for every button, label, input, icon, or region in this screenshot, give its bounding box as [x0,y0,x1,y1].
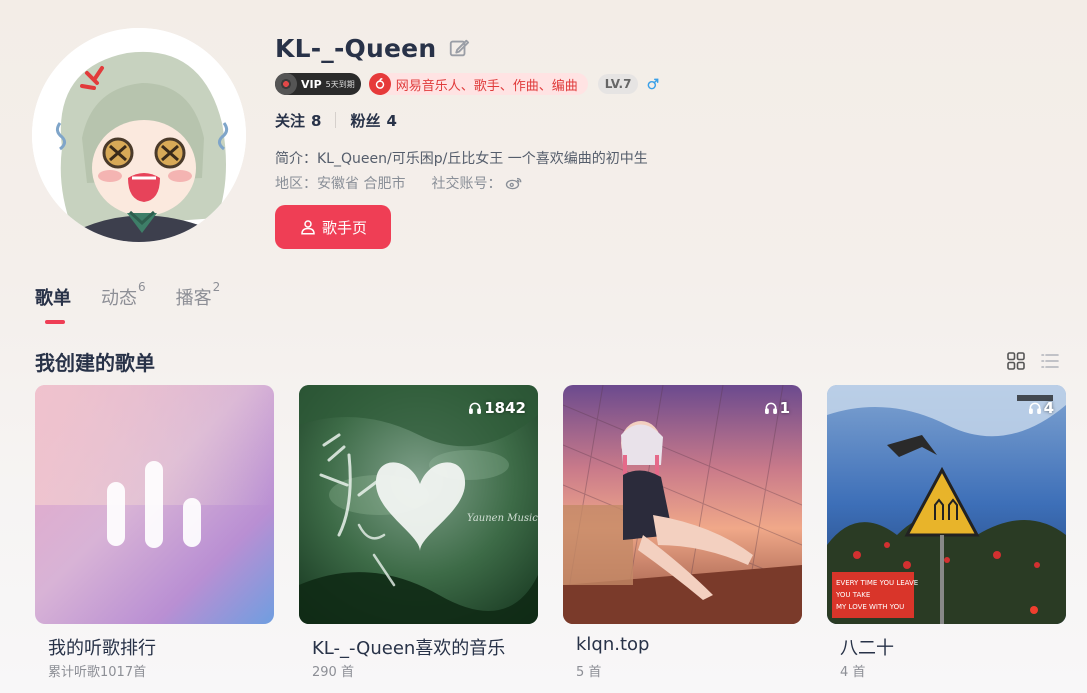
playlist-subtitle: 4 首 [840,665,866,680]
musician-badge[interactable]: 网易音乐人、歌手、作曲、编曲 [368,73,588,95]
user-region: 地区：安徽省 合肥市 [275,176,406,192]
weibo-icon[interactable] [505,176,523,190]
headphones-icon [1028,402,1041,415]
vip-badge[interactable]: VIP 5天到期 [275,73,361,95]
vip-expiry: 5天到期 [325,79,355,89]
vinyl-icon [275,73,297,95]
play-count-value: 1 [779,399,790,417]
profile-info: KL-_-Queen VIP 5天到期 网易音乐人、歌手、作曲、编曲 LV.7 [275,30,1055,249]
followers-count: 4 [386,111,397,130]
liked-music-cover-art: Yaunen Music [299,385,538,624]
tab-activity[interactable]: 动态6 [101,280,146,310]
profile-tabs: 歌单 动态6 播客2 [35,280,250,324]
followers-stat[interactable]: 粉丝 4 [350,110,396,131]
playlist-card[interactable]: 1 klqn.top 5 首 [563,385,802,680]
playlist-card[interactable]: EVERY TIME YOU LEAVE YOU TAKE MY LOVE WI… [827,385,1066,680]
follow-stats: 关注 8 粉丝 4 [275,108,1055,132]
playlist-card[interactable]: 我的听歌排行 累计听歌1017首 [35,385,274,680]
user-avatar[interactable] [32,28,246,242]
play-count: 1842 [468,399,526,417]
stat-divider [335,112,337,128]
vip-label: VIP [301,77,322,91]
tab-label: 播客 [175,288,212,309]
singer-page-button[interactable]: 歌手页 [275,205,391,249]
play-count-value: 1842 [484,399,526,417]
tab-label: 动态 [101,288,137,309]
play-count-value: 4 [1043,399,1054,417]
album-cover-art: EVERY TIME YOU LEAVE YOU TAKE MY LOVE WI… [827,385,1066,624]
singer-page-label: 歌手页 [321,219,367,237]
playlist-grid: 我的听歌排行 累计听歌1017首 Yaunen Music 1842 KL-_-… [35,385,1087,680]
playlist-cover[interactable]: 1 [563,385,802,624]
svg-text:YOU TAKE: YOU TAKE [835,591,870,599]
grid-view-icon[interactable] [1007,352,1025,370]
playlist-cover[interactable] [35,385,274,624]
playlist-title: 八二十 [840,638,894,659]
svg-text:Yaunen Music: Yaunen Music [467,513,538,524]
following-label: 关注 [275,111,306,130]
playlist-cover[interactable]: EVERY TIME YOU LEAVE YOU TAKE MY LOVE WI… [827,385,1066,624]
playlist-card[interactable]: Yaunen Music 1842 KL-_-Queen喜欢的音乐 290 首 [299,385,538,680]
playlist-cover[interactable]: Yaunen Music 1842 [299,385,538,624]
following-count: 8 [311,111,322,130]
view-toggle [991,352,1059,370]
user-intro: 简介：KL_Queen/可乐困p/丘比女王 一个喜欢编曲的初中生 [275,151,648,167]
tab-label: 歌单 [35,288,71,309]
netease-music-icon [368,73,391,95]
playlist-title: klqn.top [576,634,650,655]
tab-count: 2 [212,280,221,294]
ranking-cover-art [35,385,274,624]
edit-icon[interactable] [448,37,470,59]
followers-label: 粉丝 [350,111,381,130]
tab-podcast[interactable]: 播客2 [175,280,221,310]
svg-text:EVERY TIME YOU LEAVE: EVERY TIME YOU LEAVE [836,579,918,587]
svg-text:MY LOVE WITH YOU: MY LOVE WITH YOU [836,603,904,611]
tab-playlists[interactable]: 歌单 [35,284,71,324]
region-row: 地区：安徽省 合肥市 社交账号： [275,173,1055,193]
list-view-icon[interactable] [1041,352,1059,370]
playlist-subtitle: 5 首 [576,665,602,680]
section-title: 我创建的歌单 [35,351,155,375]
play-count: 4 [1028,399,1054,417]
name-row: KL-_-Queen [275,30,1055,66]
social-label: 社交账号： [431,176,502,192]
klqn-cover-art [563,385,802,624]
playlist-subtitle: 290 首 [312,665,354,680]
headphones-icon [764,402,777,415]
user-name: KL-_-Queen [275,33,437,63]
following-stat[interactable]: 关注 8 [275,110,321,131]
level-badge[interactable]: LV.7 [597,74,639,94]
headphones-icon [469,402,482,415]
active-tab-indicator [45,320,65,324]
play-count: 1 [764,399,790,417]
person-icon [301,220,315,235]
tab-count: 6 [138,280,146,294]
playlist-title: 我的听歌排行 [48,638,156,659]
avatar-illustration [32,28,246,242]
male-icon [648,78,659,90]
playlist-subtitle: 累计听歌1017首 [48,665,147,680]
playlist-title: KL-_-Queen喜欢的音乐 [312,638,506,659]
badge-row: VIP 5天到期 网易音乐人、歌手、作曲、编曲 LV.7 [275,72,1055,96]
musician-roles: 网易音乐人、歌手、作曲、编曲 [395,78,578,94]
